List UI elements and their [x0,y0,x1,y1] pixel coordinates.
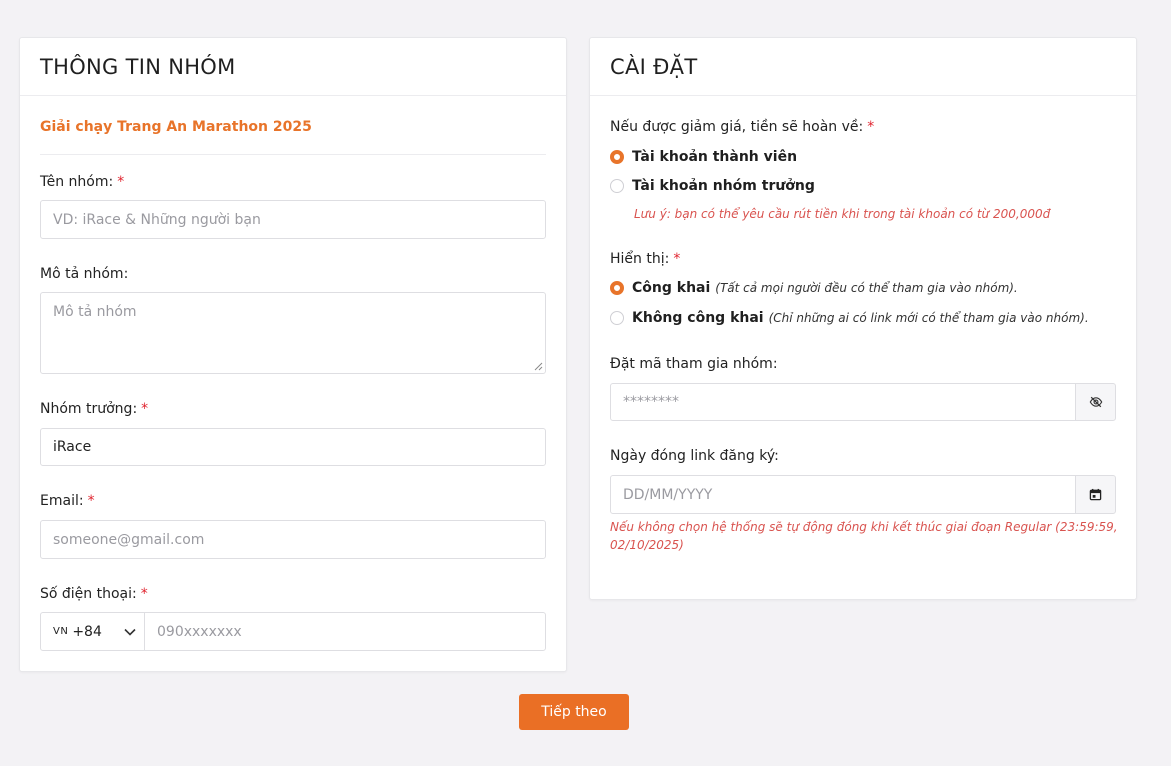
divider [40,154,546,155]
radio-unselected[interactable] [610,311,624,325]
description-label: Mô tả nhóm: [40,266,129,282]
required-mark: * [867,119,875,135]
required-mark: * [140,586,148,602]
radio-selected[interactable] [610,150,624,164]
refund-note: Lưu ý: bạn có thể yêu cầu rút tiền khi t… [634,207,1051,221]
visibility-label: Hiển thị: * [610,251,681,267]
group-info-title: THÔNG TIN NHÓM [20,38,566,96]
calendar-button[interactable] [1075,475,1116,514]
phone-label: Số điện thoại: * [40,586,148,602]
country-flag: VN [53,626,69,637]
next-button[interactable]: Tiếp theo [519,694,629,730]
close-date-label: Ngày đóng link đăng ký: [610,448,779,464]
group-info-card: THÔNG TIN NHÓM Giải chạy Trang An Marath… [19,37,567,672]
event-name: Giải chạy Trang An Marathon 2025 [40,119,312,135]
resize-handle-icon[interactable] [534,362,543,371]
eye-off-icon [1089,396,1102,408]
required-mark: * [117,174,125,190]
required-mark: * [673,251,681,267]
group-name-input[interactable]: VD: iRace & Những người bạn [40,200,546,239]
radio-unselected[interactable] [610,179,624,193]
chevron-down-icon [124,628,136,636]
description-textarea[interactable]: Mô tả nhóm [40,292,546,374]
settings-title: CÀI ĐẶT [590,38,1136,96]
visibility-option-public[interactable]: Công khai (Tất cả mọi người đều có thể t… [610,280,1018,296]
country-code-select[interactable]: VN +84 [41,613,145,650]
email-input[interactable]: someone@gmail.com [40,520,546,559]
required-mark: * [87,493,95,509]
phone-field: VN +84 090xxxxxxx [40,612,546,651]
close-date-input[interactable]: DD/MM/YYYY [610,475,1076,514]
close-date-note: Nếu không chọn hệ thống sẽ tự động đóng … [610,520,1118,552]
group-name-label: Tên nhóm: * [40,174,125,190]
toggle-password-button[interactable] [1075,383,1116,421]
calendar-icon [1089,488,1102,501]
country-code: +84 [72,623,102,640]
refund-option-member[interactable]: Tài khoản thành viên [610,149,797,165]
leader-input[interactable]: iRace [40,428,546,466]
leader-label: Nhóm trưởng: * [40,401,149,417]
refund-label: Nếu được giảm giá, tiền sẽ hoàn về: * [610,119,875,135]
email-label: Email: * [40,493,95,509]
settings-card: CÀI ĐẶT Nếu được giảm giá, tiền sẽ hoàn … [589,37,1137,600]
refund-option-leader[interactable]: Tài khoản nhóm trưởng [610,178,815,194]
join-code-label: Đặt mã tham gia nhóm: [610,356,778,372]
required-mark: * [141,401,149,417]
radio-selected[interactable] [610,281,624,295]
phone-input[interactable]: 090xxxxxxx [145,613,545,650]
visibility-option-private[interactable]: Không công khai (Chỉ những ai có link mớ… [610,310,1089,326]
join-code-input[interactable]: ******** [610,383,1076,421]
